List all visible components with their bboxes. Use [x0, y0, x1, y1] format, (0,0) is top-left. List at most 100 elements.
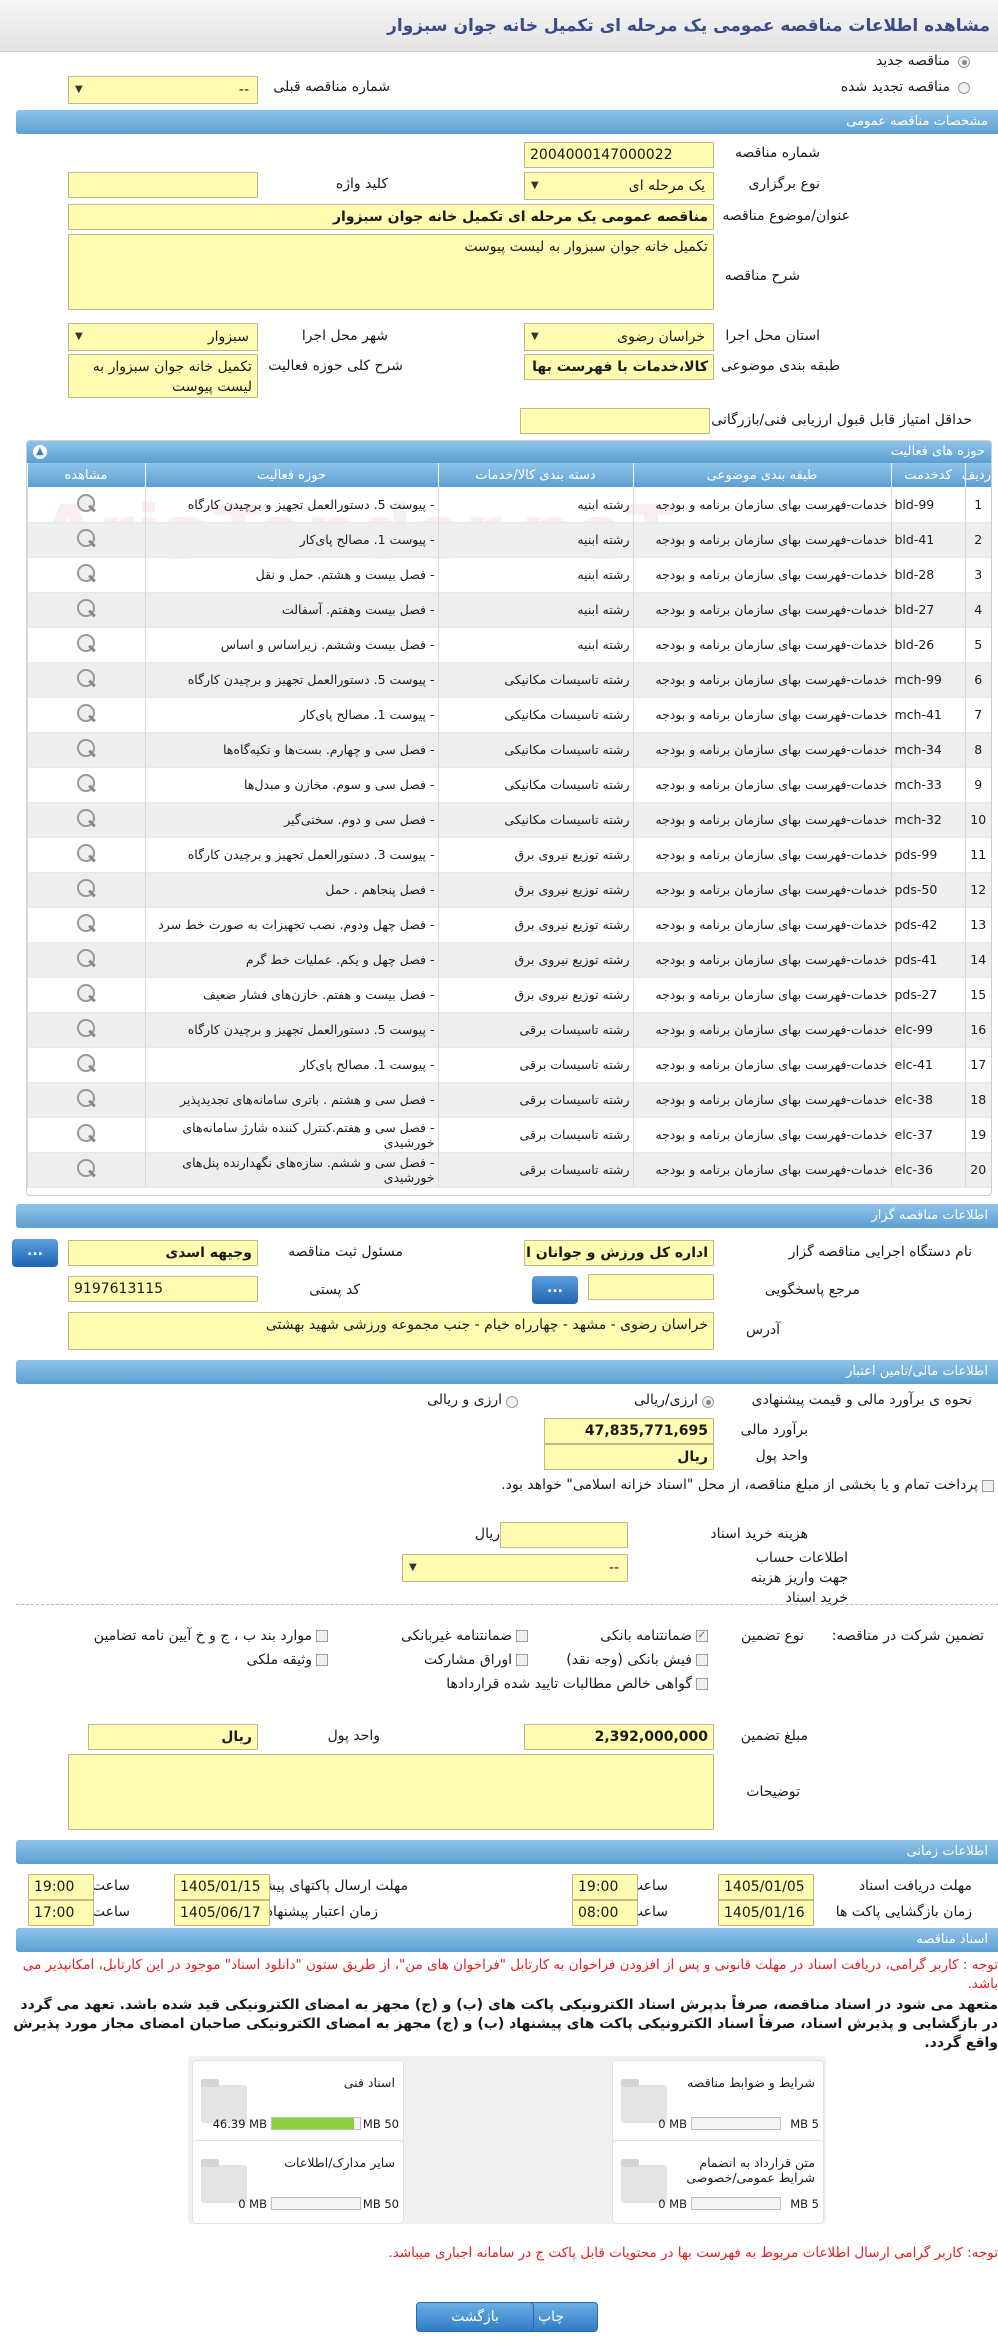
responsible-more-button[interactable]: ... [12, 1239, 58, 1267]
nonbank-guarantee-label: ضمانتنامه غیربانکی [400, 1628, 512, 1644]
category-field[interactable]: کالا،خدمات با فهرست بها [524, 354, 714, 380]
min-score-field[interactable] [520, 408, 710, 434]
bonds-guarantee-checkbox[interactable] [516, 1654, 528, 1666]
guarantee-label: تضمین شرکت در مناقصه: [831, 1628, 984, 1644]
keyword-field[interactable] [68, 172, 258, 198]
new-tender-radio[interactable] [958, 56, 970, 68]
postal-label: کد پستی [309, 1282, 360, 1298]
guarantee-currency-field[interactable]: ریال [88, 1724, 258, 1750]
reference-more-button[interactable]: ... [532, 1276, 578, 1304]
magnifier-icon[interactable] [73, 632, 99, 654]
tender-number-field[interactable]: 2004000147000022 [524, 142, 714, 168]
city-select[interactable]: سبزوار ▼ [68, 323, 258, 351]
magnifier-icon[interactable] [73, 492, 99, 514]
table-row: 20 elc-36 خدمات-فهرست بهای سازمان برنامه و… [27, 1152, 991, 1188]
doc-box[interactable]: اسناد فنی 50 MB 46.39 MB [192, 2060, 404, 2144]
account-value: -- [608, 1560, 619, 1576]
magnifier-icon[interactable] [73, 562, 99, 584]
validity-date-field[interactable]: 1405/06/17 [174, 1900, 270, 1926]
magnifier-icon[interactable] [73, 597, 99, 619]
magnifier-icon[interactable] [73, 1157, 99, 1179]
reference-label: مرجع پاسخگویی [764, 1282, 860, 1298]
receive-time-field[interactable]: 19:00 [572, 1874, 638, 1900]
magnifier-icon[interactable] [73, 982, 99, 1004]
group-cell: رشته تاسیسات برقی [437, 1047, 633, 1083]
prev-tender-select[interactable]: -- ▼ [68, 76, 258, 104]
magnifier-icon[interactable] [73, 667, 99, 689]
opening-date-field[interactable]: 1405/01/16 [718, 1900, 814, 1926]
view-cell [27, 487, 145, 523]
magnifier-icon[interactable] [73, 947, 99, 969]
notes-label: توضیحات [746, 1784, 800, 1800]
back-button[interactable]: بازگشت [416, 2302, 534, 2332]
chevron-down-icon: ▼ [531, 331, 539, 342]
reference-field[interactable] [588, 1274, 714, 1300]
account-label: اطلاعات حساب جهت واریز هزینه خرید اسناد [750, 1550, 848, 1606]
magnifier-icon[interactable] [73, 1122, 99, 1144]
doc-box[interactable]: سایر مدارک/اطلاعات 50 MB 0 MB [192, 2140, 404, 2224]
guarantee-currency-label: واحد پول [327, 1728, 380, 1744]
magnifier-icon[interactable] [73, 772, 99, 794]
cash-guarantee-checkbox[interactable] [696, 1654, 708, 1666]
doc-title: متن قرارداد به انضمام شرایط عمومی/خصوصی [686, 2155, 815, 2185]
currency-rial-radio[interactable] [506, 1396, 518, 1408]
magnifier-icon[interactable] [73, 1087, 99, 1109]
collapse-icon[interactable]: ▲ [33, 445, 47, 459]
account-select[interactable]: -- ▼ [402, 1554, 628, 1582]
bank-guarantee-label: ضمانتنامه بانکی [600, 1628, 692, 1644]
notes-field[interactable] [68, 1754, 714, 1830]
magnifier-icon[interactable] [73, 737, 99, 759]
send-time-field[interactable]: 19:00 [28, 1874, 94, 1900]
province-select[interactable]: خراسان رضوی ▼ [524, 323, 714, 351]
group-cell: رشته تاسیسات برقی [437, 1117, 633, 1153]
row-index: 3 [964, 557, 991, 593]
magnifier-icon[interactable] [73, 912, 99, 934]
category-cell: خدمات-فهرست بهای سازمان برنامه و بودجه [632, 592, 891, 628]
magnifier-icon[interactable] [73, 842, 99, 864]
scope-field[interactable]: تکمیل خانه جوان سبزوار به لیست پیوست [68, 354, 258, 398]
magnifier-icon[interactable] [73, 807, 99, 829]
doc-box[interactable]: متن قرارداد به انضمام شرایط عمومی/خصوصی 5… [612, 2140, 824, 2224]
method-select[interactable]: یک مرحله ای ▼ [524, 172, 714, 200]
amount-field[interactable]: 47,835,771,695 [544, 1418, 714, 1444]
magnifier-icon[interactable] [73, 527, 99, 549]
postal-field[interactable]: 9197613115 [68, 1276, 258, 1302]
doc-title: سایر مدارک/اطلاعات [284, 2155, 395, 2170]
column-header: ردیف [962, 463, 991, 487]
responsible-field[interactable]: وجیهه اسدی [68, 1240, 258, 1266]
magnifier-icon[interactable] [73, 1017, 99, 1039]
property-guarantee-checkbox[interactable] [316, 1654, 328, 1666]
view-cell [27, 662, 145, 698]
doc-box[interactable]: شرایط و ضوابط مناقصه 5 MB 0 MB [612, 2060, 824, 2144]
chevron-down-icon: ▼ [75, 84, 83, 95]
magnifier-icon[interactable] [73, 1052, 99, 1074]
subject-field[interactable]: مناقصه عمومی یک مرحله ای تکمیل خانه جوان… [68, 204, 714, 230]
doc-fee-field[interactable] [500, 1522, 628, 1548]
doc-used-size: 46.39 MB [212, 2117, 267, 2131]
category-label: طبقه بندی موضوعی [720, 358, 840, 374]
islamic-treasury-checkbox[interactable] [982, 1480, 994, 1492]
magnifier-icon[interactable] [73, 877, 99, 899]
address-field[interactable]: خراسان رضوی - مشهد - چهارراه خیام - جنب … [68, 1312, 714, 1350]
column-header: کدخدمت [890, 463, 965, 487]
opening-hour-field[interactable]: 08:00 [572, 1900, 638, 1926]
group-cell: رشته تاسیسات برقی [437, 1012, 633, 1048]
currency-field[interactable]: ریال [544, 1444, 714, 1470]
renewed-tender-radio[interactable] [958, 82, 970, 94]
rial-radio[interactable] [702, 1396, 714, 1408]
currency-rial-label: ارزی و ریالی [427, 1392, 502, 1408]
bank-guarantee-checkbox[interactable]: ✓ [696, 1630, 708, 1642]
category-cell: خدمات-فهرست بهای سازمان برنامه و بودجه [632, 732, 891, 768]
org-field[interactable]: اداره کل ورزش و جوانان استان [524, 1240, 714, 1266]
magnifier-icon[interactable] [73, 702, 99, 724]
scope-cell: - پیوست 5. دستورالعمل تجهیز و برچیدن کار… [144, 487, 438, 523]
description-field[interactable]: تکمیل خانه جوان سبزوار به لیست پیوست [68, 234, 714, 310]
nonbank-guarantee-checkbox[interactable] [516, 1630, 528, 1642]
clause-guarantee-checkbox[interactable] [316, 1630, 328, 1642]
guarantee-amount-field[interactable]: 2,392,000,000 [524, 1724, 714, 1750]
send-date-field[interactable]: 1405/01/15 [174, 1874, 270, 1900]
receive-date-field[interactable]: 1405/01/05 [718, 1874, 814, 1900]
validity-time-field[interactable]: 17:00 [28, 1900, 94, 1926]
row-index: 13 [964, 907, 991, 943]
claims-guarantee-checkbox[interactable] [696, 1678, 708, 1690]
